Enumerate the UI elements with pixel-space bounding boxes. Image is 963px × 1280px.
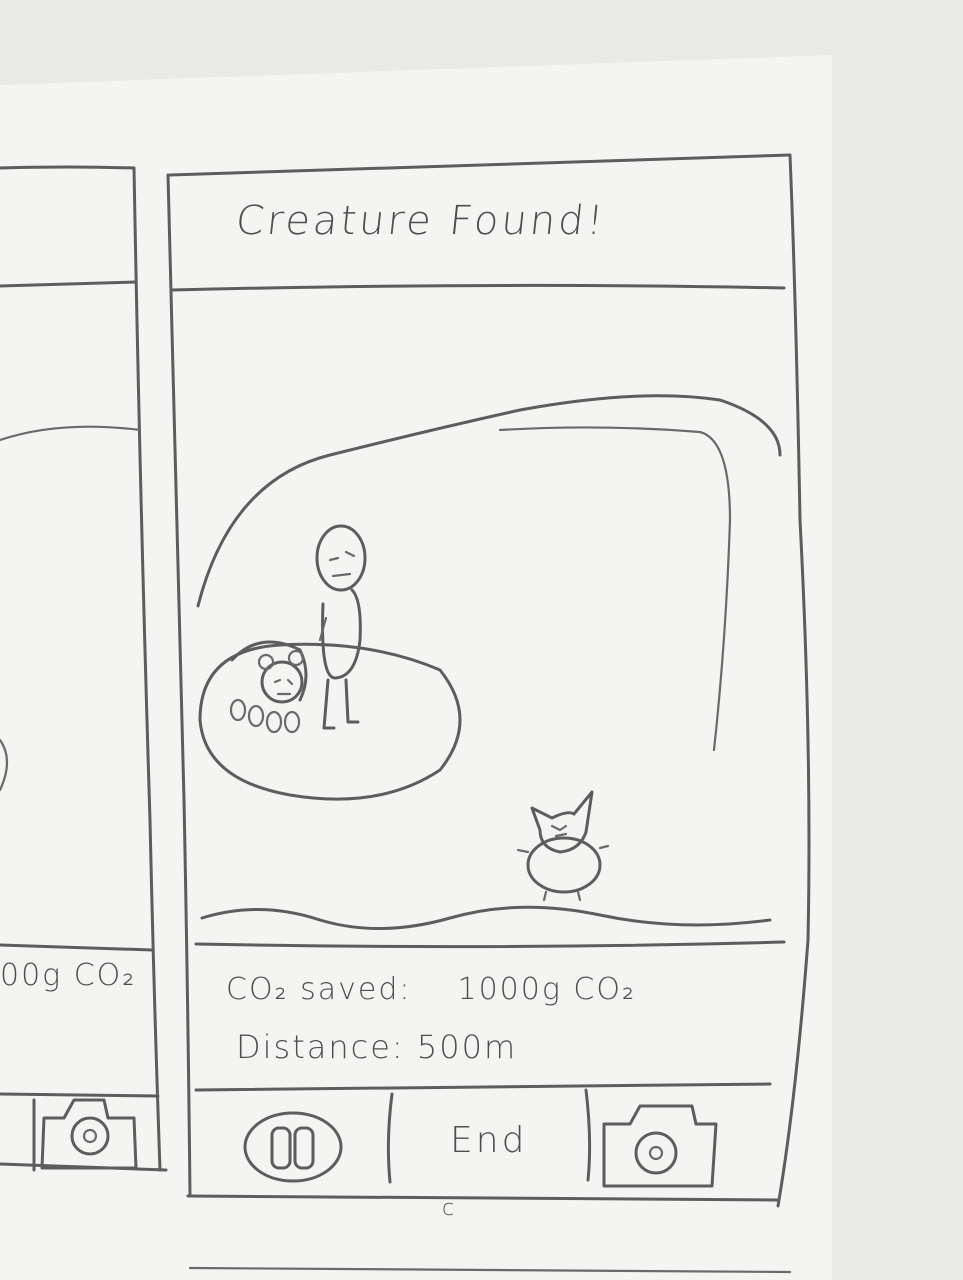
co2-saved-value: 1000g CO₂: [457, 972, 636, 1007]
paper-next-sheet-edge: [188, 1266, 792, 1274]
previous-camera-button[interactable]: [40, 1094, 136, 1172]
previous-screen-frame: [0, 165, 168, 1172]
distance-value: 500m: [416, 1028, 518, 1066]
previous-co2-fragment: 00g CO₂: [0, 958, 137, 993]
wireframe-sketch: [0, 153, 811, 1274]
distance-row: Distance: 500m: [236, 1028, 517, 1066]
screen-title: Creature Found!: [233, 198, 609, 244]
camera-button[interactable]: [598, 1104, 718, 1190]
pause-button[interactable]: [244, 1112, 342, 1182]
distance-label: Distance:: [236, 1028, 405, 1066]
nearby-creature-fox: [516, 790, 610, 902]
player-figure: [315, 524, 367, 730]
home-indicator: c: [442, 1196, 455, 1221]
found-creature-turtle: [229, 640, 308, 734]
co2-saved-label: CO₂ saved:: [226, 972, 412, 1007]
end-button[interactable]: [392, 1094, 582, 1194]
co2-saved-row: CO₂ saved: 1000g CO₂: [226, 972, 636, 1007]
